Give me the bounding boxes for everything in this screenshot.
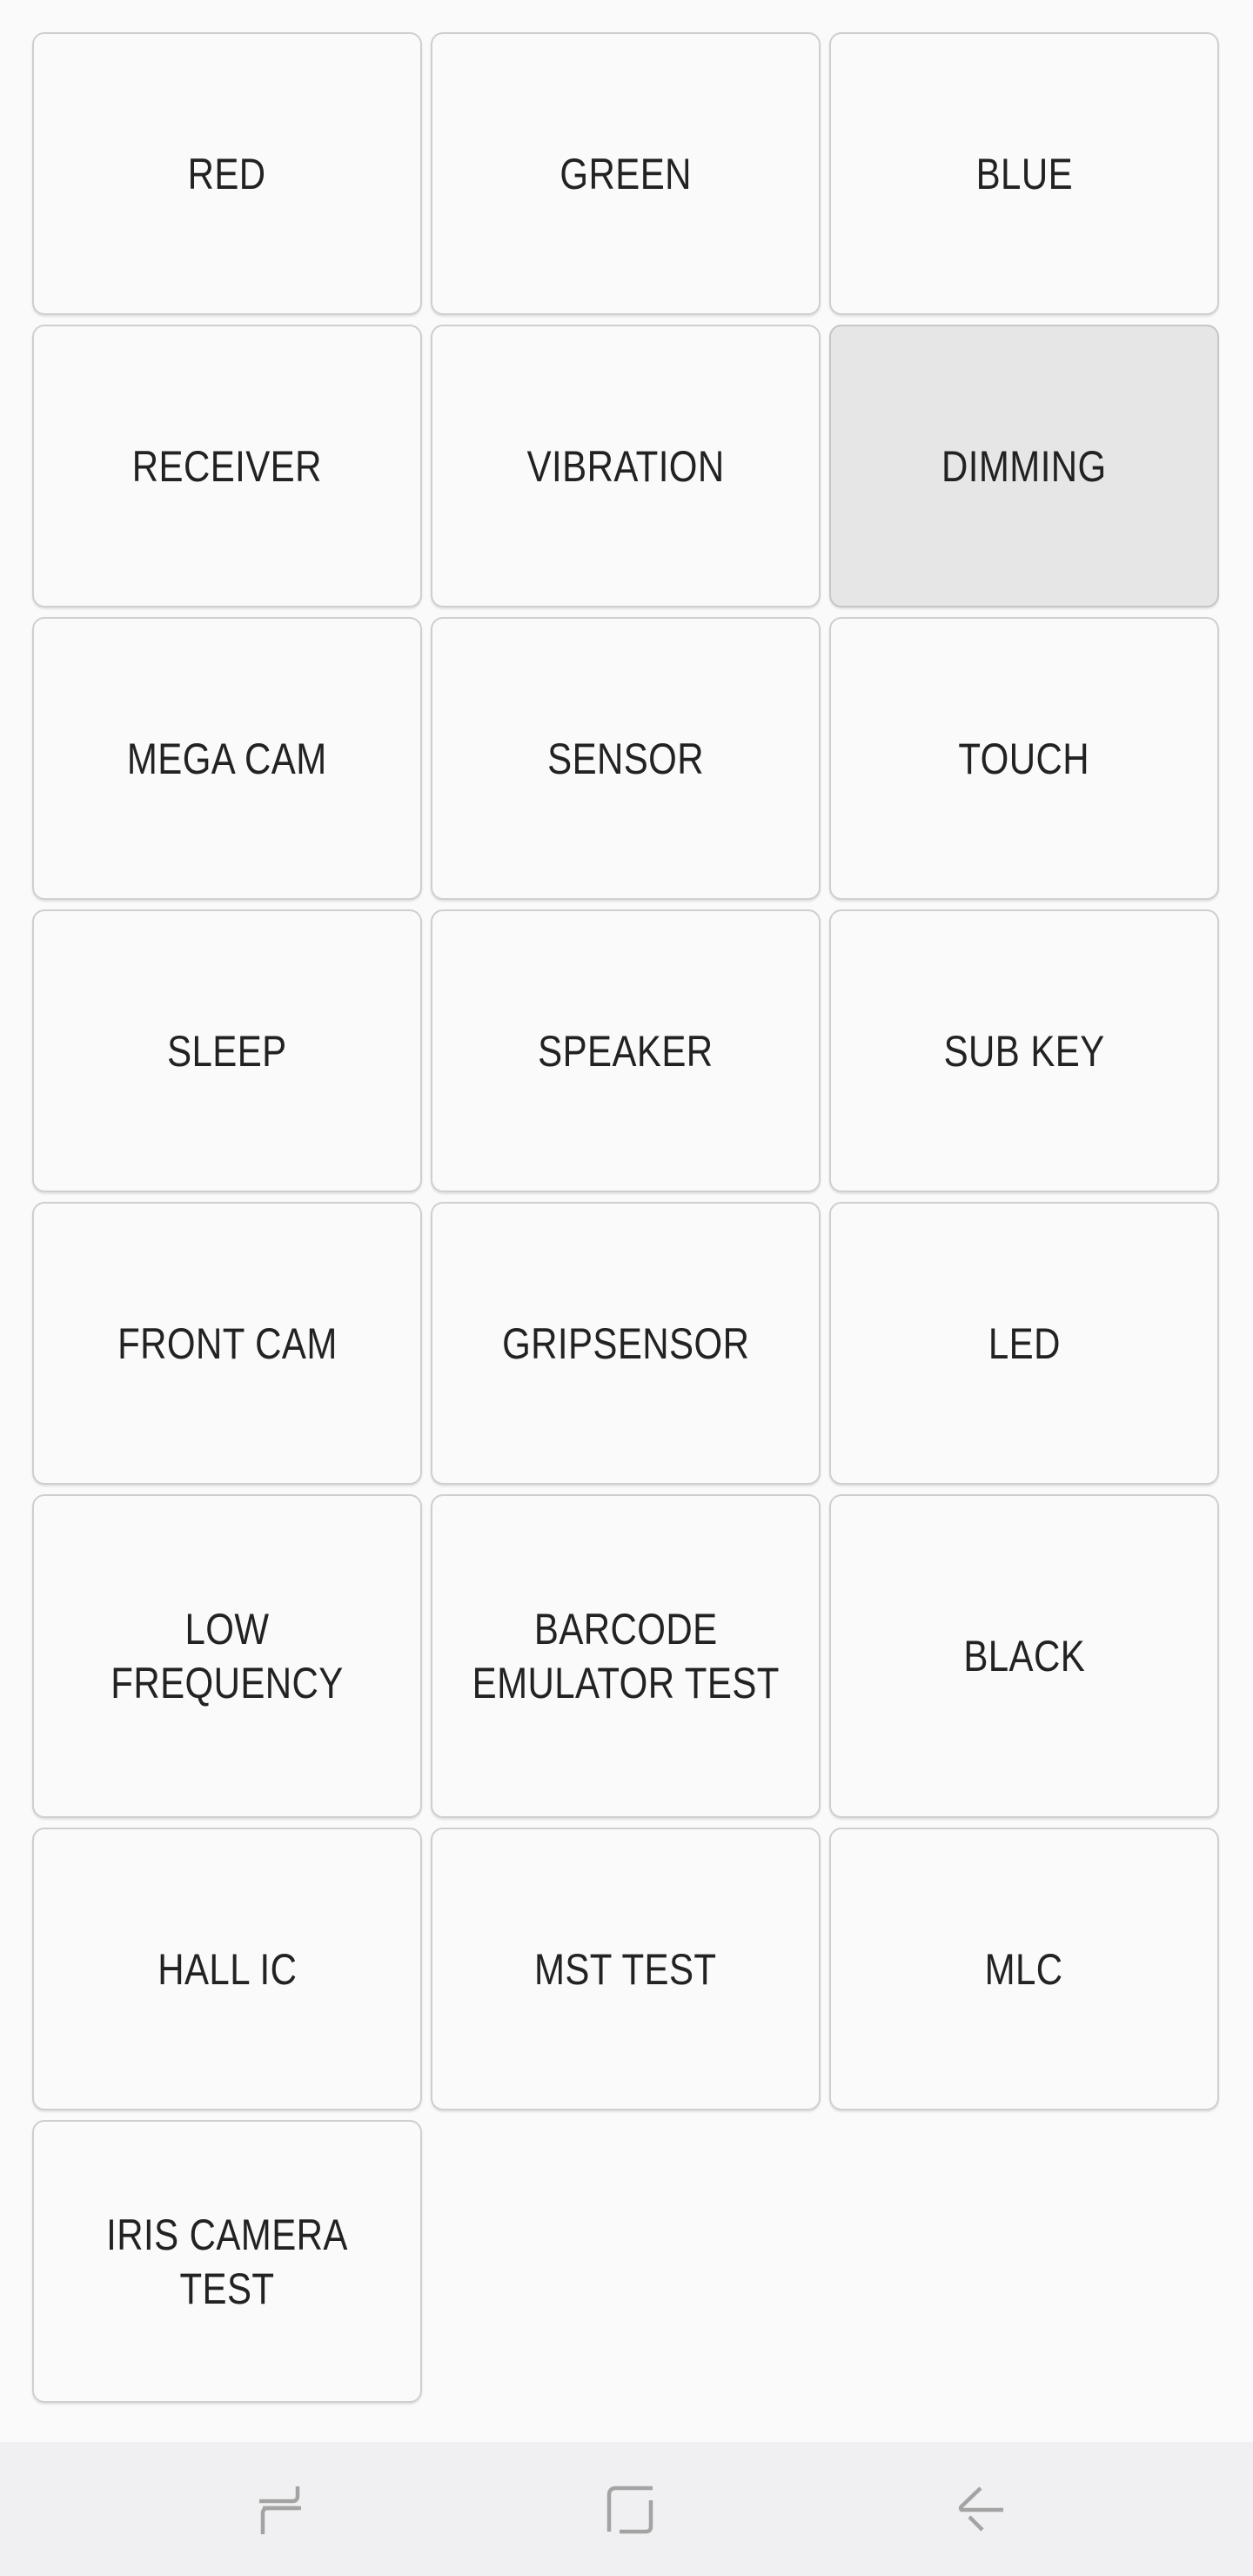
home-button[interactable] — [543, 2442, 717, 2576]
tile-label: RECEIVER — [131, 441, 323, 491]
tile-label: BARCODE EMULATOR TEST — [472, 1605, 780, 1707]
tile-label: MEGA CAM — [127, 734, 327, 783]
navigation-bar — [0, 2442, 1253, 2576]
tile-hall-ic[interactable]: HALL IC — [32, 1828, 422, 2110]
tile-mst-test[interactable]: MST TEST — [431, 1828, 821, 2110]
tile-label: FRONT CAM — [117, 1318, 338, 1368]
tile-label: BLUE — [975, 149, 1073, 198]
tile-led[interactable]: LED — [829, 1202, 1219, 1485]
tile-label: GREEN — [559, 149, 692, 198]
tile-label: SLEEP — [167, 1026, 287, 1076]
tile-front-cam[interactable]: FRONT CAM — [32, 1202, 422, 1485]
tile-receiver[interactable]: RECEIVER — [32, 325, 422, 607]
tile-blue[interactable]: BLUE — [829, 32, 1219, 315]
tile-label: VIBRATION — [526, 441, 725, 491]
tile-touch[interactable]: TOUCH — [829, 617, 1219, 900]
recents-button[interactable] — [193, 2442, 367, 2576]
tile-barcode-emulator-test[interactable]: BARCODE EMULATOR TEST — [431, 1494, 821, 1818]
tile-red[interactable]: RED — [32, 32, 422, 315]
back-button[interactable] — [894, 2442, 1068, 2576]
recents-icon — [259, 2486, 301, 2534]
tile-mlc[interactable]: MLC — [829, 1828, 1219, 2110]
tile-label: HALL IC — [157, 1944, 298, 1994]
tile-dimming[interactable]: DIMMING — [829, 325, 1219, 607]
tile-label: BLACK — [963, 1632, 1085, 1680]
tile-label: LED — [988, 1318, 1061, 1368]
tile-speaker[interactable]: SPEAKER — [431, 909, 821, 1192]
tile-label: DIMMING — [941, 441, 1107, 491]
tile-vibration[interactable]: VIBRATION — [431, 325, 821, 607]
tile-label: TOUCH — [958, 734, 1090, 783]
tile-label: LOW FREQUENCY — [111, 1605, 344, 1707]
tile-black[interactable]: BLACK — [829, 1494, 1219, 1818]
back-icon — [958, 2486, 1003, 2532]
tile-sensor[interactable]: SENSOR — [431, 617, 821, 900]
tile-label: RED — [188, 149, 266, 198]
tile-label: MLC — [985, 1944, 1063, 1994]
test-menu-grid: RED GREEN BLUE RECEIVER VIBRATION DIMMIN… — [32, 32, 1221, 2403]
tile-sub-key[interactable]: SUB KEY — [829, 909, 1219, 1192]
tile-label: SPEAKER — [538, 1026, 714, 1076]
tile-iris-camera-test[interactable]: IRIS CAMERA TEST — [32, 2120, 422, 2403]
tile-mega-cam[interactable]: MEGA CAM — [32, 617, 422, 900]
tile-label: IRIS CAMERA TEST — [106, 2210, 348, 2313]
tile-label: GRIPSENSOR — [501, 1318, 750, 1368]
tile-sleep[interactable]: SLEEP — [32, 909, 422, 1192]
tile-label: SENSOR — [547, 734, 704, 783]
tile-green[interactable]: GREEN — [431, 32, 821, 315]
tile-low-frequency[interactable]: LOW FREQUENCY — [32, 1494, 422, 1818]
tile-label: MST TEST — [534, 1944, 717, 1994]
tile-label: SUB KEY — [943, 1026, 1105, 1076]
tile-gripsensor[interactable]: GRIPSENSOR — [431, 1202, 821, 1485]
home-icon — [606, 2485, 653, 2534]
